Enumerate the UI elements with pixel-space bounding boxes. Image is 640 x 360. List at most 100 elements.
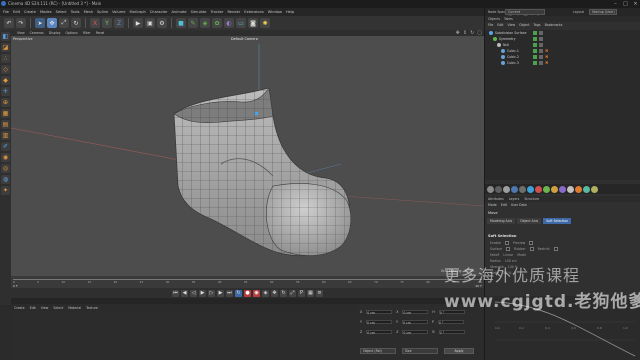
attr-menu-edit[interactable]: Edit [501, 202, 507, 208]
enable-checkbox[interactable] [504, 241, 509, 245]
cloner-icon[interactable]: ✿ [212, 18, 222, 28]
redo-icon[interactable]: ↷ [16, 18, 26, 28]
axis-x-icon[interactable]: X [90, 18, 100, 28]
position-y-field[interactable]: 0 cm [365, 320, 392, 325]
material-swatch[interactable] [591, 185, 598, 193]
menu-character[interactable]: Character [150, 8, 168, 16]
scene-canvas[interactable] [11, 36, 484, 276]
undo-icon[interactable]: ↶ [4, 18, 14, 28]
render-picture-viewer-icon[interactable]: ▣ [145, 18, 155, 28]
rotation-key-icon[interactable]: ↻ [280, 289, 287, 297]
object-menu-file[interactable]: File [488, 22, 493, 28]
object-menu-edit[interactable]: Edit [497, 22, 503, 28]
object-menu-object[interactable]: Object [519, 22, 529, 28]
render-flag[interactable] [539, 55, 543, 59]
apply-button[interactable]: Apply [444, 348, 474, 354]
render-view-icon[interactable]: ▶ [133, 18, 143, 28]
surface-checkbox[interactable] [506, 247, 511, 251]
visibility-flag[interactable] [533, 49, 537, 53]
preview-checkbox[interactable] [529, 241, 534, 245]
material-swatch[interactable] [567, 185, 574, 193]
scale-key-icon[interactable]: ⤢ [289, 289, 296, 297]
tag-icon[interactable]: ✖ [545, 55, 548, 59]
visibility-flag[interactable] [533, 31, 537, 35]
material-swatch[interactable] [583, 185, 590, 193]
light-icon[interactable]: ✺ [260, 18, 270, 28]
menu-animate[interactable]: Animate [172, 8, 187, 16]
coordinate-mode-select[interactable]: Object (Rel) [360, 348, 396, 354]
rotation-b-field[interactable]: 0 ° [438, 330, 465, 335]
maximize-icon[interactable]: □ [623, 1, 628, 7]
material-swatch[interactable] [559, 185, 566, 193]
tweak-mode-icon[interactable]: ✦ [1, 186, 10, 195]
planar-workplane-icon[interactable]: ▥ [1, 131, 10, 140]
minimize-icon[interactable]: – [613, 1, 618, 7]
edges-mode-icon[interactable]: ◇ [1, 65, 10, 74]
restrict-checkbox[interactable] [553, 247, 558, 251]
material-swatch[interactable] [527, 185, 534, 193]
menu-edit[interactable]: Edit [13, 8, 20, 16]
prev-key-icon[interactable]: ◀ [181, 289, 188, 297]
timeline-settings-icon[interactable]: ≡ [316, 289, 323, 297]
falloff-select[interactable]: Linear [503, 253, 513, 257]
select-tool-icon[interactable]: ➤ [35, 18, 45, 28]
model-mode-icon[interactable]: ◧ [1, 32, 10, 41]
solo-icon[interactable]: ◎ [1, 164, 10, 173]
locked-workplane-icon[interactable]: ▤ [1, 120, 10, 129]
shoe-mesh[interactable] [173, 87, 352, 257]
menu-create[interactable]: Create [24, 8, 36, 16]
goto-start-icon[interactable]: ⏮ [172, 289, 179, 297]
snap-icon[interactable]: ⊕ [1, 98, 10, 107]
material-swatch[interactable] [503, 185, 510, 193]
visibility-flag[interactable] [533, 55, 537, 59]
attr-menu-user-data[interactable]: User Data [511, 202, 527, 208]
material-swatch[interactable] [551, 185, 558, 193]
play-icon[interactable]: ▶ [199, 289, 206, 297]
material-swatch[interactable] [511, 185, 518, 193]
menu-spline[interactable]: Spline [97, 8, 108, 16]
texture-mode-icon[interactable]: ◪ [1, 43, 10, 52]
floor-icon[interactable]: ▭ [236, 18, 246, 28]
position-z-field[interactable]: 0 cm [366, 330, 393, 335]
layout-select[interactable]: Startup (User) [589, 9, 617, 15]
visibility-flag[interactable] [533, 43, 537, 47]
menu-window[interactable]: Window [268, 8, 282, 16]
gizmo-center[interactable] [255, 112, 258, 115]
menu-tools[interactable]: Tools [71, 8, 80, 16]
menu-mesh[interactable]: Mesh [84, 8, 93, 16]
size-x-field[interactable]: 0 cm [402, 310, 429, 315]
material-swatch[interactable] [543, 185, 550, 193]
menu-file[interactable]: File [3, 8, 9, 16]
axis-y-icon[interactable]: Y [102, 18, 112, 28]
menu-help[interactable]: Help [286, 8, 294, 16]
visibility-flag[interactable] [533, 37, 537, 41]
pen-icon[interactable]: ✎ [188, 18, 198, 28]
menu-render[interactable]: Render [227, 8, 240, 16]
material-swatch[interactable] [487, 185, 494, 193]
next-frame-icon[interactable]: ▷ [208, 289, 215, 297]
material-manager[interactable] [11, 311, 356, 360]
rotate-tool-icon[interactable]: ↻ [71, 18, 81, 28]
menu-modes[interactable]: Modes [40, 8, 52, 16]
menu-mograph[interactable]: MoGraph [129, 8, 145, 16]
record-icon[interactable]: ● [244, 289, 251, 297]
subtab-soft-selection[interactable]: Soft Selection [543, 218, 572, 224]
pla-key-icon[interactable]: ▦ [307, 289, 314, 297]
size-mode-select[interactable]: Size [402, 348, 438, 354]
scale-tool-icon[interactable]: ⤢ [59, 18, 69, 28]
node-space-select[interactable]: Current (Standard/Physical) [505, 9, 545, 19]
close-icon[interactable]: × [633, 1, 638, 7]
tag-icon[interactable]: ✖ [545, 61, 548, 65]
material-swatch[interactable] [495, 185, 502, 193]
move-tool-icon[interactable]: ✥ [47, 18, 57, 28]
position-key-icon[interactable]: ✥ [271, 289, 278, 297]
render-flag[interactable] [539, 49, 543, 53]
paint-icon[interactable]: ✐ [1, 142, 10, 151]
object-menu-tags[interactable]: Tags [534, 22, 541, 28]
menu-extensions[interactable]: Extensions [244, 8, 264, 16]
next-key-icon[interactable]: ▶ [217, 289, 224, 297]
axis-z-icon[interactable]: Z [114, 18, 124, 28]
prev-frame-icon[interactable]: ◁ [190, 289, 197, 297]
menu-tracker[interactable]: Tracker [211, 8, 224, 16]
perspective-viewport[interactable]: Perspective Default Camera Grid Spacing … [11, 36, 484, 276]
